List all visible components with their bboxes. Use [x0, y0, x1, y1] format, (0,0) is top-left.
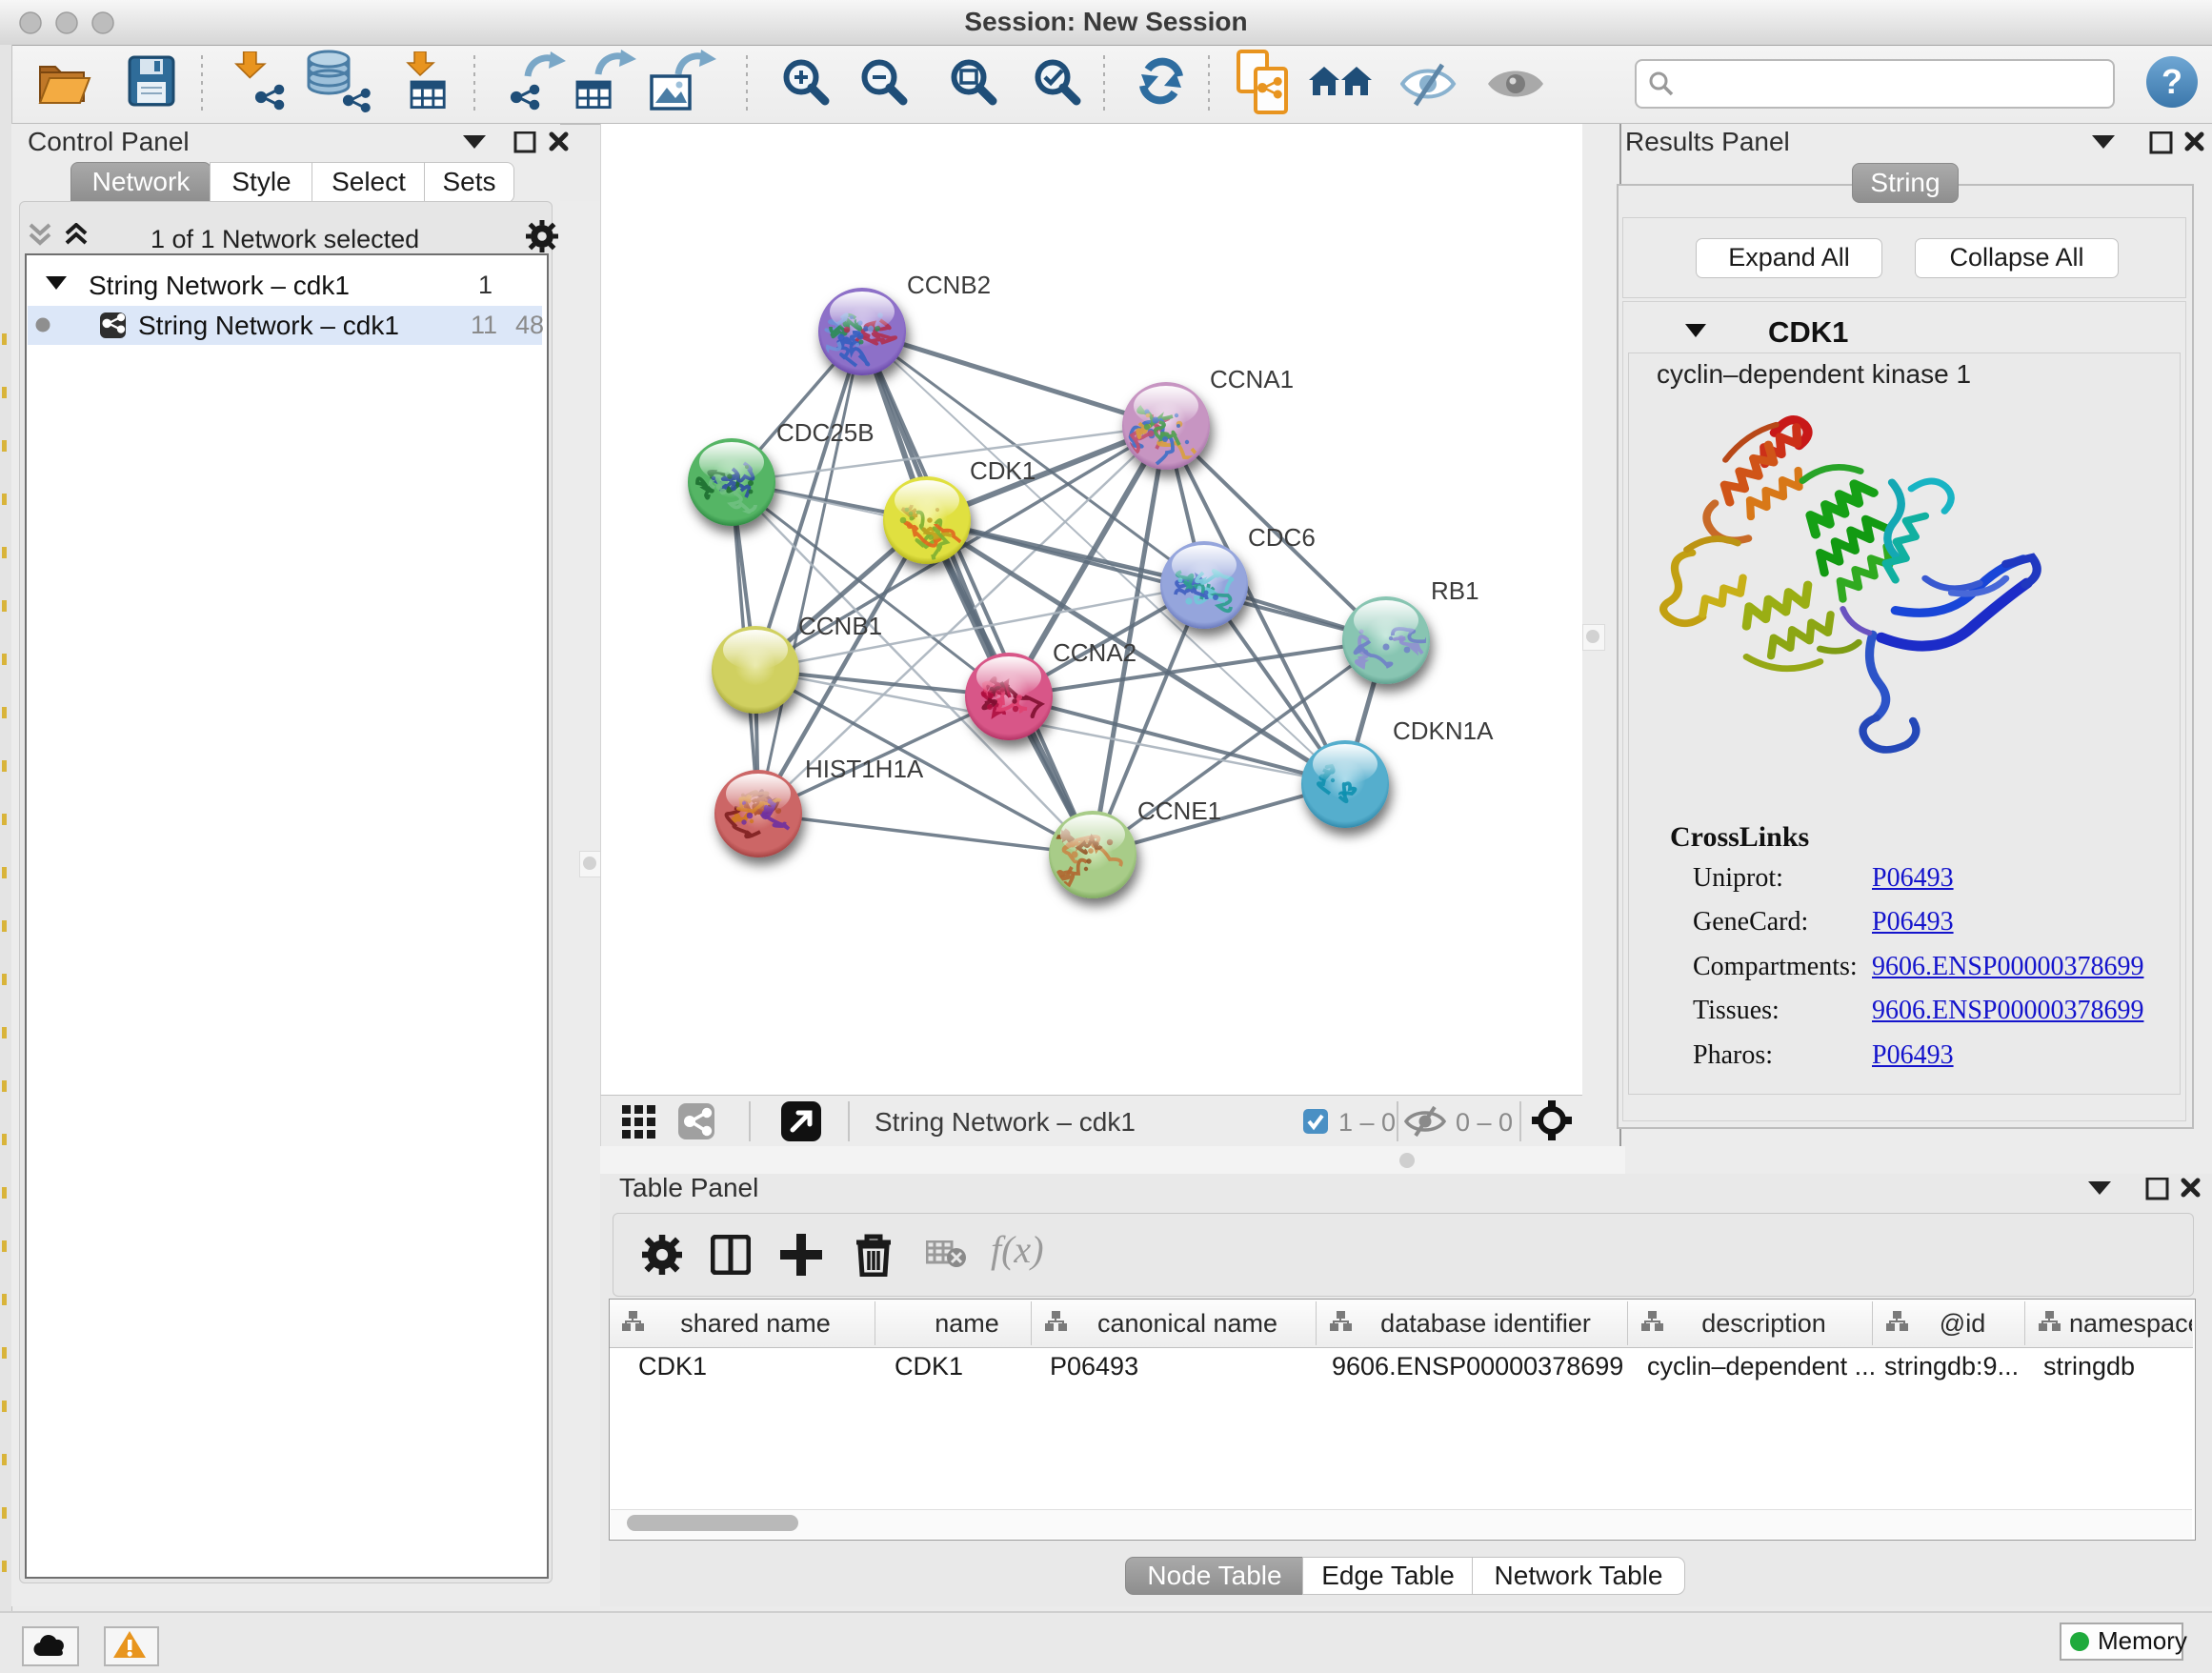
- svg-text:CCNB1: CCNB1: [798, 612, 882, 640]
- svg-text:CCNB2: CCNB2: [907, 271, 991, 299]
- svg-text:CCNE1: CCNE1: [1137, 796, 1221, 825]
- svg-text:CDC6: CDC6: [1248, 523, 1316, 552]
- svg-text:CCNA1: CCNA1: [1210, 365, 1294, 393]
- svg-text:CDKN1A: CDKN1A: [1393, 716, 1494, 745]
- svg-text:CDC25B: CDC25B: [776, 418, 875, 447]
- svg-text:HIST1H1A: HIST1H1A: [805, 755, 924, 783]
- svg-text:CDK1: CDK1: [970, 456, 1036, 485]
- svg-text:?: ?: [2162, 62, 2182, 101]
- svg-text:CCNA2: CCNA2: [1053, 638, 1136, 667]
- svg-text:RB1: RB1: [1431, 576, 1479, 605]
